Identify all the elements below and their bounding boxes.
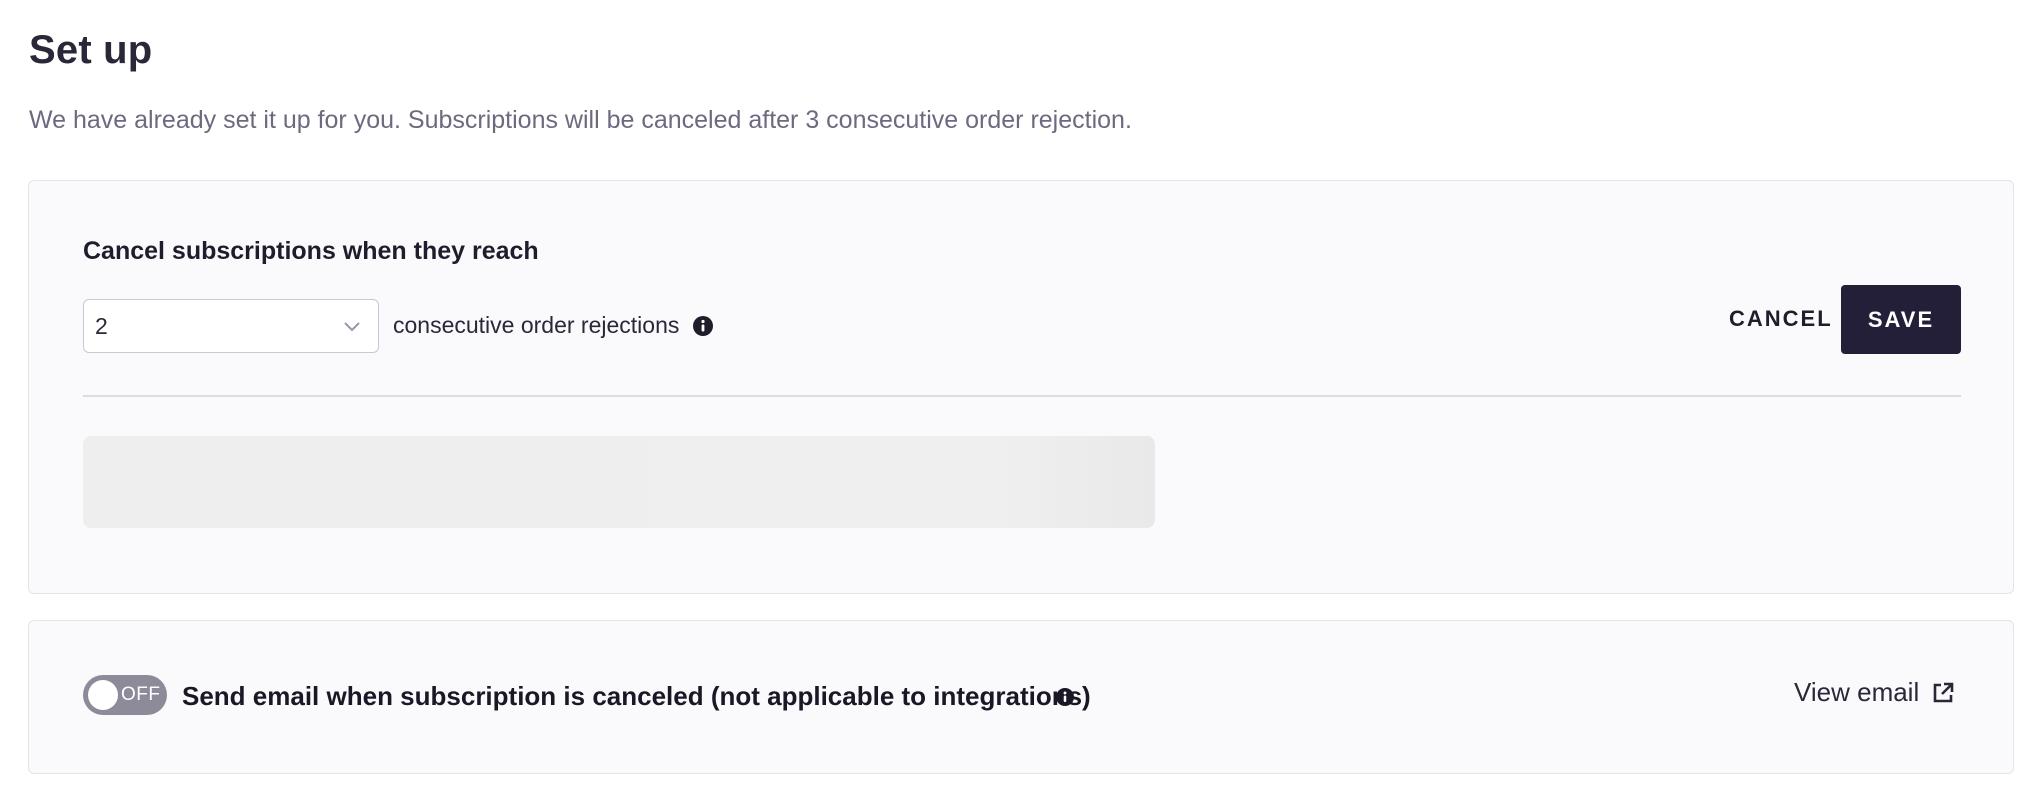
info-icon[interactable] <box>693 316 713 336</box>
view-email-label: View email <box>1794 677 1920 707</box>
chevron-down-icon <box>344 322 360 332</box>
select-value: 2 <box>95 313 108 339</box>
rule-suffix-label: consecutive order rejections <box>393 312 680 338</box>
send-email-label: Send email when subscription is canceled… <box>182 681 1091 711</box>
rule-heading: Cancel subscriptions when they reach <box>83 237 539 265</box>
info-icon[interactable] <box>1056 688 1074 706</box>
external-link-icon <box>1933 682 1954 702</box>
divider <box>83 395 1961 397</box>
toggle-knob <box>88 680 118 710</box>
send-email-toggle[interactable]: OFF <box>83 675 167 715</box>
rejection-count-select[interactable]: 2 <box>83 299 379 353</box>
page-description: We have already set it up for you. Subsc… <box>29 106 1132 134</box>
email-setting-card: OFF Send email when subscription is canc… <box>28 620 2014 774</box>
toggle-state-label: OFF <box>121 684 161 705</box>
view-email-link[interactable]: View email <box>1794 677 1955 708</box>
save-button[interactable]: SAVE <box>1841 285 1961 354</box>
page: Set up We have already set it up for you… <box>0 0 2029 787</box>
cancel-rule-card: Cancel subscriptions when they reach 2 c… <box>28 180 2014 594</box>
loading-placeholder <box>83 436 1155 528</box>
cancel-button[interactable]: CANCEL <box>1709 284 1853 354</box>
page-title: Set up <box>29 28 153 72</box>
